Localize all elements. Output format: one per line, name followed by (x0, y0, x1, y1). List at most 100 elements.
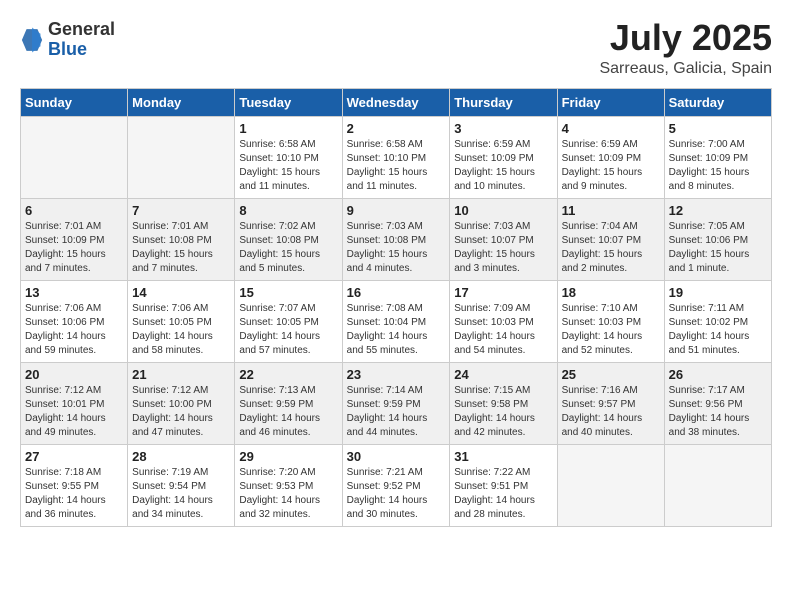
day-info: Sunrise: 6:59 AMSunset: 10:09 PMDaylight… (454, 138, 552, 194)
weekday-header-sunday: Sunday (21, 89, 128, 117)
day-number: 7 (132, 203, 230, 218)
calendar-cell: 17Sunrise: 7:09 AMSunset: 10:03 PMDaylig… (450, 281, 557, 363)
day-number: 21 (132, 367, 230, 382)
calendar-cell: 14Sunrise: 7:06 AMSunset: 10:05 PMDaylig… (128, 281, 235, 363)
calendar-cell: 4 Sunrise: 6:59 AMSunset: 10:09 PMDayligh… (557, 117, 664, 199)
calendar-cell: 26Sunrise: 7:17 AMSunset: 9:56 PMDayligh… (664, 363, 771, 445)
day-number: 28 (132, 449, 230, 464)
calendar-cell: 28 Sunrise: 7:19 AMSunset: 9:54 PMDayligh… (128, 445, 235, 527)
day-info: Sunrise: 7:05 AMSunset: 10:06 PMDaylight… (669, 220, 767, 276)
calendar-cell: 1 Sunrise: 6:58 AMSunset: 10:10 PMDayligh… (235, 117, 342, 199)
calendar-week-row: 6 Sunrise: 7:01 AMSunset: 10:09 PMDayligh… (21, 199, 772, 281)
day-number: 20 (25, 367, 123, 382)
day-info: Sunrise: 7:12 AMSunset: 10:01 PMDaylight… (25, 384, 123, 440)
day-number: 31 (454, 449, 552, 464)
day-info: Sunrise: 7:13 AMSunset: 9:59 PMDaylight:… (239, 384, 337, 440)
day-info: Sunrise: 7:01 AMSunset: 10:09 PMDaylight… (25, 220, 123, 276)
calendar-cell: 31Sunrise: 7:22 AMSunset: 9:51 PMDayligh… (450, 445, 557, 527)
calendar-cell: 23 Sunrise: 7:14 AMSunset: 9:59 PMDayligh… (342, 363, 450, 445)
day-info: Sunrise: 7:06 AMSunset: 10:06 PMDaylight… (25, 302, 123, 358)
day-number: 18 (562, 285, 660, 300)
day-info: Sunrise: 7:10 AMSunset: 10:03 PMDaylight… (562, 302, 660, 358)
weekday-header-row: SundayMondayTuesdayWednesdayThursdayFrid… (21, 89, 772, 117)
day-info: Sunrise: 7:18 AMSunset: 9:55 PMDaylight:… (25, 466, 123, 522)
day-number: 29 (239, 449, 337, 464)
day-info: Sunrise: 7:03 AMSunset: 10:07 PMDaylight… (454, 220, 552, 276)
calendar-cell: 3 Sunrise: 6:59 AMSunset: 10:09 PMDayligh… (450, 117, 557, 199)
calendar-week-row: 13 Sunrise: 7:06 AMSunset: 10:06 PMDaylig… (21, 281, 772, 363)
day-info: Sunrise: 7:09 AMSunset: 10:03 PMDaylight… (454, 302, 552, 358)
calendar-cell: 15 Sunrise: 7:07 AMSunset: 10:05 PMDaylig… (235, 281, 342, 363)
day-number: 6 (25, 203, 123, 218)
calendar-cell: 11 Sunrise: 7:04 AMSunset: 10:07 PMDaylig… (557, 199, 664, 281)
day-number: 30 (347, 449, 446, 464)
day-info: Sunrise: 7:06 AMSunset: 10:05 PMDaylight… (132, 302, 230, 358)
day-number: 3 (454, 121, 552, 136)
calendar-cell: 30Sunrise: 7:21 AMSunset: 9:52 PMDayligh… (342, 445, 450, 527)
day-info: Sunrise: 6:58 AMSunset: 10:10 PMDaylight… (239, 138, 337, 194)
day-number: 1 (239, 121, 337, 136)
weekday-header-friday: Friday (557, 89, 664, 117)
calendar-cell: 27 Sunrise: 7:18 AMSunset: 9:55 PMDayligh… (21, 445, 128, 527)
page-header: General Blue July 2025 Sarreaus, Galicia… (20, 20, 772, 78)
day-number: 9 (347, 203, 446, 218)
calendar-week-row: 1 Sunrise: 6:58 AMSunset: 10:10 PMDayligh… (21, 117, 772, 199)
calendar-cell: 9 Sunrise: 7:03 AMSunset: 10:08 PMDayligh… (342, 199, 450, 281)
day-info: Sunrise: 7:02 AMSunset: 10:08 PMDaylight… (239, 220, 337, 276)
calendar-cell: 22 Sunrise: 7:13 AMSunset: 9:59 PMDayligh… (235, 363, 342, 445)
day-info: Sunrise: 7:20 AMSunset: 9:53 PMDaylight:… (239, 466, 337, 522)
day-number: 24 (454, 367, 552, 382)
calendar-cell: 10Sunrise: 7:03 AMSunset: 10:07 PMDaylig… (450, 199, 557, 281)
calendar-cell (664, 445, 771, 527)
day-info: Sunrise: 7:14 AMSunset: 9:59 PMDaylight:… (347, 384, 446, 440)
calendar-cell (128, 117, 235, 199)
day-number: 16 (347, 285, 446, 300)
calendar-cell: 6 Sunrise: 7:01 AMSunset: 10:09 PMDayligh… (21, 199, 128, 281)
day-info: Sunrise: 7:17 AMSunset: 9:56 PMDaylight:… (669, 384, 767, 440)
day-info: Sunrise: 7:19 AMSunset: 9:54 PMDaylight:… (132, 466, 230, 522)
logo-general: General (48, 20, 115, 40)
day-info: Sunrise: 7:07 AMSunset: 10:05 PMDaylight… (239, 302, 337, 358)
day-number: 4 (562, 121, 660, 136)
calendar-cell: 5 Sunrise: 7:00 AMSunset: 10:09 PMDayligh… (664, 117, 771, 199)
calendar-cell: 7Sunrise: 7:01 AMSunset: 10:08 PMDayligh… (128, 199, 235, 281)
calendar-week-row: 27 Sunrise: 7:18 AMSunset: 9:55 PMDayligh… (21, 445, 772, 527)
calendar-cell: 20 Sunrise: 7:12 AMSunset: 10:01 PMDaylig… (21, 363, 128, 445)
day-number: 5 (669, 121, 767, 136)
day-info: Sunrise: 6:58 AMSunset: 10:10 PMDaylight… (347, 138, 446, 194)
day-number: 25 (562, 367, 660, 382)
day-number: 23 (347, 367, 446, 382)
day-number: 13 (25, 285, 123, 300)
weekday-header-monday: Monday (128, 89, 235, 117)
weekday-header-wednesday: Wednesday (342, 89, 450, 117)
calendar-cell: 18 Sunrise: 7:10 AMSunset: 10:03 PMDaylig… (557, 281, 664, 363)
day-number: 19 (669, 285, 767, 300)
calendar-cell: 13 Sunrise: 7:06 AMSunset: 10:06 PMDaylig… (21, 281, 128, 363)
day-info: Sunrise: 7:03 AMSunset: 10:08 PMDaylight… (347, 220, 446, 276)
day-number: 27 (25, 449, 123, 464)
day-number: 22 (239, 367, 337, 382)
weekday-header-tuesday: Tuesday (235, 89, 342, 117)
day-info: Sunrise: 7:08 AMSunset: 10:04 PMDaylight… (347, 302, 446, 358)
location-subtitle: Sarreaus, Galicia, Spain (599, 60, 772, 78)
day-info: Sunrise: 7:11 AMSunset: 10:02 PMDaylight… (669, 302, 767, 358)
calendar-cell: 29 Sunrise: 7:20 AMSunset: 9:53 PMDayligh… (235, 445, 342, 527)
weekday-header-saturday: Saturday (664, 89, 771, 117)
month-year-title: July 2025 (599, 20, 772, 56)
day-number: 15 (239, 285, 337, 300)
calendar-cell: 21Sunrise: 7:12 AMSunset: 10:00 PMDaylig… (128, 363, 235, 445)
weekday-header-thursday: Thursday (450, 89, 557, 117)
calendar-cell: 16 Sunrise: 7:08 AMSunset: 10:04 PMDaylig… (342, 281, 450, 363)
day-info: Sunrise: 7:04 AMSunset: 10:07 PMDaylight… (562, 220, 660, 276)
day-info: Sunrise: 7:00 AMSunset: 10:09 PMDaylight… (669, 138, 767, 194)
logo: General Blue (20, 20, 115, 60)
logo-text: General Blue (48, 20, 115, 60)
logo-blue: Blue (48, 40, 115, 60)
calendar-cell: 12 Sunrise: 7:05 AMSunset: 10:06 PMDaylig… (664, 199, 771, 281)
day-number: 12 (669, 203, 767, 218)
calendar-cell: 8Sunrise: 7:02 AMSunset: 10:08 PMDayligh… (235, 199, 342, 281)
calendar-table: SundayMondayTuesdayWednesdayThursdayFrid… (20, 88, 772, 527)
day-info: Sunrise: 6:59 AMSunset: 10:09 PMDaylight… (562, 138, 660, 194)
day-number: 11 (562, 203, 660, 218)
day-info: Sunrise: 7:15 AMSunset: 9:58 PMDaylight:… (454, 384, 552, 440)
